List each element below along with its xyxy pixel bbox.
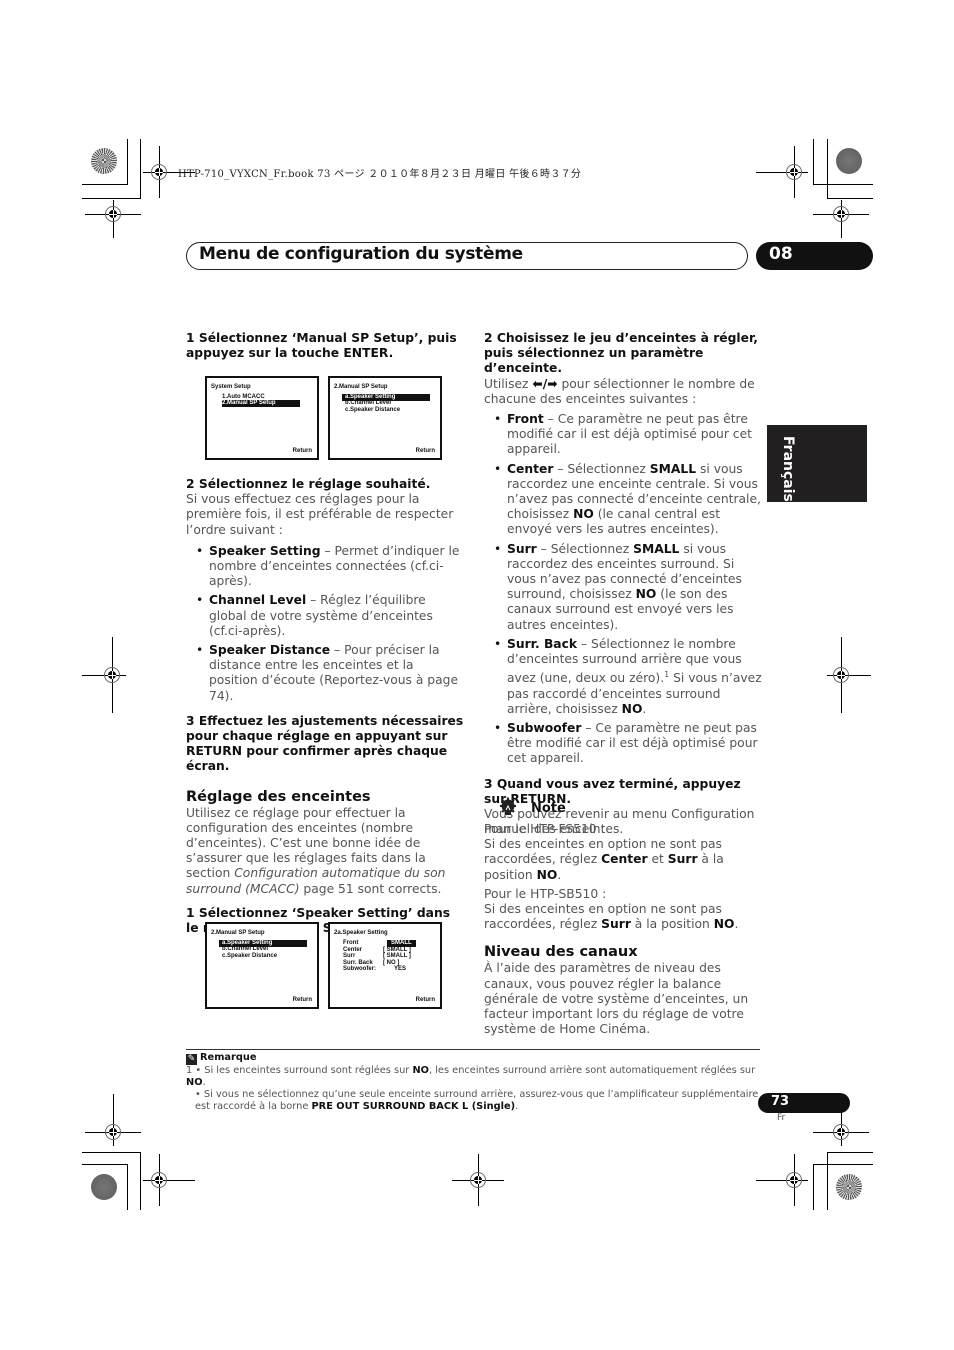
crop-mark <box>813 1164 814 1210</box>
page-language: Fr <box>777 1113 786 1123</box>
color-registration-mark <box>91 1174 117 1200</box>
list-item: Speaker Setting – Permet d’indiquer le n… <box>186 544 464 590</box>
footnote-block: ✎ Remarque 1 • Si les enceintes surround … <box>186 1052 762 1113</box>
crop-mark <box>827 139 828 199</box>
section-title-reglage: Réglage des enceintes <box>186 788 371 805</box>
crop-mark <box>813 184 873 185</box>
step-2-body: Utilisez ⬅/➡ pour sélectionner le nombre… <box>484 376 755 406</box>
osd-screen-manual-sp-setup: 2.Manual SP Setup a.Speaker Setting b.Ch… <box>205 922 319 1009</box>
step-2-heading: 2 Sélectionnez le réglage souhaité. <box>186 477 431 491</box>
footnote-header: ✎ Remarque <box>186 1052 257 1065</box>
crop-mark <box>827 198 873 199</box>
list-item: Surr. Back – Sélectionnez le nombre d’en… <box>484 637 762 717</box>
arrow-keys-icon: ⬅/➡ <box>532 376 558 391</box>
osd-label: Subwoofer: <box>343 966 376 972</box>
list-item: Channel Level – Réglez l’équilibre globa… <box>186 593 464 639</box>
crop-mark <box>827 1152 873 1153</box>
color-registration-mark <box>836 1174 862 1200</box>
section-body-reglage: Utilisez ce réglage pour effectuer la co… <box>186 805 446 896</box>
osd-item: b.Channel Level <box>345 400 392 406</box>
crop-mark <box>127 139 128 185</box>
osd-label: Surr <box>343 953 356 959</box>
crop-mark <box>813 139 814 185</box>
osd-screen-system-setup: System Setup 1.Auto MCACC 2.Manual SP Se… <box>205 376 319 460</box>
note-body: Pour le HTP-FS510 : Si des enceintes en o… <box>484 822 762 1037</box>
list-item: Speaker Distance – Pour préciser la dist… <box>186 643 464 704</box>
osd-title: System Setup <box>211 384 251 390</box>
page-title: Menu de configuration du système <box>199 244 523 264</box>
osd-screen-manual-sp-setup: 2.Manual SP Setup a.Speaker Setting b.Ch… <box>328 376 442 460</box>
step-3-heading: 3 Effectuez les ajustements nécessaires … <box>186 713 464 774</box>
crop-mark <box>813 1164 873 1165</box>
page-number: 73 <box>771 1094 790 1109</box>
list-item: Surr – Sélectionnez SMALL si vous raccor… <box>484 542 762 633</box>
settings-list: Speaker Setting – Permet d’indiquer le n… <box>186 544 464 704</box>
crop-mark <box>82 184 128 185</box>
footnote-2: • Si vous ne sélectionnez qu’une seule e… <box>195 1089 759 1112</box>
note-paragraph: Pour le HTP-SB510 : Si des enceintes en o… <box>484 886 739 932</box>
osd-value: [ SMALL ] <box>383 953 411 959</box>
list-item: Subwoofer – Ce paramètre ne peut pas êtr… <box>484 721 762 767</box>
crop-mark <box>140 139 141 199</box>
osd-value: YES <box>394 966 407 972</box>
language-label: Français <box>780 436 796 502</box>
footnote-divider <box>186 1049 760 1050</box>
section-title-niveau: Niveau des canaux <box>484 944 638 961</box>
left-column: 1 Sélectionnez ‘Manual SP Setup’, puis a… <box>186 331 464 361</box>
left-column-body: 2 Sélectionnez le réglage souhaité. Si v… <box>186 477 464 936</box>
note-title: Note <box>531 801 566 816</box>
chapter-number: 08 <box>769 244 793 264</box>
crop-mark <box>127 1164 128 1210</box>
list-item: Center – Sélectionnez SMALL si vous racc… <box>484 462 762 538</box>
osd-title: 2.Manual SP Setup <box>334 384 388 390</box>
osd-value-selected: SMALL <box>387 940 416 947</box>
osd-title: 2a.Speaker Setting <box>334 930 388 936</box>
osd-item: c.Speaker Distance <box>345 407 401 413</box>
crop-mark <box>82 1152 140 1153</box>
list-item: Front – Ce paramètre ne peut pas être mo… <box>484 412 762 458</box>
osd-item: b.Channel Level <box>222 946 269 952</box>
osd-return: Return <box>415 447 435 454</box>
lightbulb-note-icon <box>500 797 516 815</box>
osd-screen-speaker-setting: 2a.Speaker Setting Front SMALL Center [ … <box>328 922 442 1009</box>
osd-return: Return <box>415 996 435 1003</box>
color-registration-mark <box>836 148 862 174</box>
crop-mark <box>827 1152 828 1210</box>
section-body-niveau: À l’aide des paramètres de niveau des ca… <box>484 961 749 1037</box>
osd-item: c.Speaker Distance <box>222 953 278 959</box>
color-registration-mark <box>91 148 117 174</box>
osd-label: Front <box>343 940 359 946</box>
step-1-heading: 1 Sélectionnez ‘Manual SP Setup’, puis a… <box>186 331 457 361</box>
step-2-heading: 2 Choisissez le jeu d’enceintes à régler… <box>484 331 758 376</box>
osd-return: Return <box>292 996 312 1003</box>
osd-title: 2.Manual SP Setup <box>211 930 265 936</box>
osd-item-selected: 2.Manual SP Setup <box>222 400 300 407</box>
note-paragraph: Pour le HTP-FS510 : Si des enceintes en o… <box>484 822 724 882</box>
right-column: 2 Choisissez le jeu d’enceintes à régler… <box>484 331 762 837</box>
crop-mark <box>82 198 140 199</box>
step-3-heading: 3 Quand vous avez terminé, appuyez sur R… <box>484 776 741 806</box>
print-info-line: HTP-710_VYXCN_Fr.book 73 ページ ２０１０年８月２３日 … <box>178 169 582 180</box>
step-2-body: Si vous effectuez ces réglages pour la p… <box>186 492 454 537</box>
footnote-1: 1 • Si les enceintes surround sont réglé… <box>186 1065 756 1088</box>
crop-mark <box>140 1152 141 1210</box>
osd-return: Return <box>292 447 312 454</box>
speaker-list: Front – Ce paramètre ne peut pas être mo… <box>484 412 762 767</box>
crop-mark <box>82 1164 128 1165</box>
pencil-note-icon: ✎ <box>186 1054 197 1065</box>
